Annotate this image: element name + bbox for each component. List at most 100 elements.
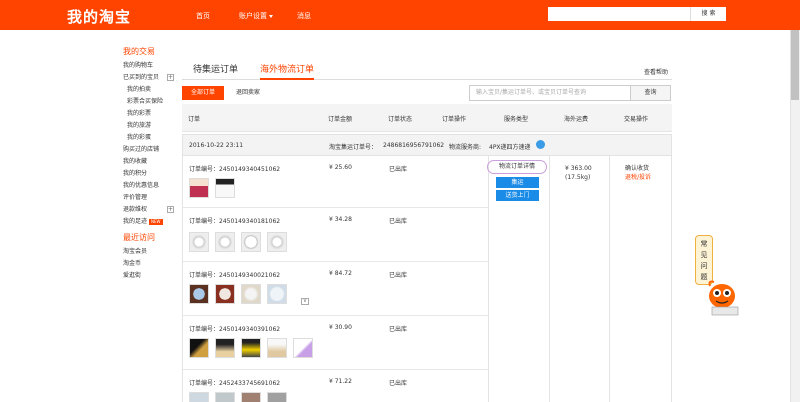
confirm-receipt-link[interactable]: 确认收货 <box>625 164 651 173</box>
header-search-input[interactable] <box>548 7 690 21</box>
product-thumbnail[interactable] <box>189 392 209 402</box>
product-thumbnail[interactable] <box>215 284 235 304</box>
order-price: ¥ 34.28 <box>329 216 352 223</box>
product-thumbnail[interactable] <box>189 232 209 252</box>
table-row: 订单编号：2450149340451062 ¥ 25.60 已出库 <box>183 156 489 208</box>
product-thumbnail[interactable] <box>215 178 235 198</box>
faq-char: 常 <box>700 240 708 248</box>
scrollbar-thumb[interactable] <box>791 30 799 100</box>
sidebar-item-reviews[interactable]: 评价管理 <box>123 192 183 204</box>
order-price: ¥ 84.72 <box>329 270 352 277</box>
product-thumbnail[interactable] <box>215 392 235 402</box>
product-thumbnail[interactable] <box>189 178 209 198</box>
product-thumbnail[interactable] <box>215 338 235 358</box>
sidebar-item-footprint[interactable]: 我的足迹 NEW <box>123 216 183 228</box>
sidebar-item-lottery[interactable]: 我的彩票 <box>123 108 183 120</box>
sidebar-item-egg[interactable]: 我的彩蛋 <box>123 132 183 144</box>
product-thumbnail[interactable] <box>215 232 235 252</box>
product-thumbnail[interactable] <box>189 338 209 358</box>
order-status: 已出库 <box>389 380 408 387</box>
nav-messages[interactable]: 消息 <box>297 11 311 21</box>
product-thumbnail[interactable] <box>267 284 287 304</box>
sidebar-item-label: 已买到的宝贝 <box>123 74 160 81</box>
col-deal: 交易操作 <box>624 116 649 123</box>
order-number: 订单编号：2450149340181062 <box>189 218 281 225</box>
product-thumbnail[interactable] <box>189 284 209 304</box>
order-price: ¥ 30.90 <box>329 324 352 331</box>
sidebar-item-travel[interactable]: 我的旅游 <box>123 120 183 132</box>
product-thumbnail[interactable] <box>267 338 287 358</box>
logistics-detail-link[interactable]: 物流订单详情 <box>487 160 547 174</box>
product-thumbnail[interactable] <box>267 232 287 252</box>
product-thumbnail[interactable] <box>293 338 313 358</box>
consolidation-label: 淘宝集运订单号： <box>329 144 378 151</box>
sidebar-item-lottery-insurance[interactable]: 彩票合买保险 <box>123 96 183 108</box>
sidebar-item-points[interactable]: 我的积分 <box>123 168 183 180</box>
table-row: 订单编号：2450149340021062 ¥ 84.72 已出库 v <box>183 262 489 316</box>
col-status: 订单状态 <box>388 116 413 123</box>
tab-overseas-logistics[interactable]: 海外物流订单 <box>260 62 315 80</box>
refund-complaint-link[interactable]: 退税/投诉 <box>625 173 651 182</box>
product-thumbnail[interactable] <box>241 284 261 304</box>
sidebar-item-refunds[interactable]: 退款维权 + <box>123 204 183 216</box>
order-price: ¥ 71.22 <box>329 378 352 385</box>
product-thumbnail[interactable] <box>241 392 261 402</box>
provider-label: 物流服务商: <box>449 144 482 151</box>
col-actions: 订单操作 <box>442 116 467 123</box>
shipping-fee: ¥ 363.00 (17.5kg) <box>565 164 592 182</box>
sidebar-item-coins[interactable]: 淘金币 <box>123 258 183 270</box>
chevron-down-icon <box>269 14 273 18</box>
product-thumbnail[interactable] <box>241 232 261 252</box>
order-number: 订单编号：2450149340391062 <box>189 326 281 333</box>
nav-account-label: 账户设置 <box>239 12 267 20</box>
consolidation-date: 2016-10-22 23:11 <box>189 142 244 149</box>
expand-plus-icon[interactable]: + <box>167 74 174 81</box>
table-row: 订单编号：2452433745691062 ¥ 71.22 已出库 <box>183 370 489 402</box>
new-badge: NEW <box>149 218 163 225</box>
table-row: 订单编号：2450149340391062 ¥ 30.90 已出库 <box>183 316 489 370</box>
nav-account-settings[interactable]: 账户设置 <box>239 11 273 21</box>
order-status: 已出库 <box>389 166 408 173</box>
sidebar-item-cart[interactable]: 我的购物车 <box>123 60 183 72</box>
sidebar-item-browse[interactable]: 爱逛街 <box>123 270 183 282</box>
sidebar-item-auction[interactable]: 我的拍卖 <box>123 84 183 96</box>
table-header: 订单 订单金额 订单状态 订单操作 服务类型 海外运费 交易操作 <box>182 104 672 132</box>
sidebar-item-vip[interactable]: 淘宝会员 <box>123 246 183 258</box>
order-number: 订单编号：2452433745691062 <box>189 380 281 387</box>
help-link[interactable]: 查看帮助 <box>644 67 668 76</box>
consolidate-button[interactable]: 集运 <box>496 177 539 188</box>
order-price: ¥ 25.60 <box>329 164 352 171</box>
tab-bar: 待集运订单 海外物流订单 <box>182 58 672 80</box>
tab-pending-consolidation[interactable]: 待集运订单 <box>193 62 238 75</box>
sidebar-item-coupons[interactable]: 我的优惠信息 <box>123 180 183 192</box>
filter-returned[interactable]: 退回卖家 <box>236 86 260 100</box>
sidebar-item-shops[interactable]: 购买过的店铺 <box>123 144 183 156</box>
column-divider <box>549 156 550 402</box>
door-delivery-button[interactable]: 送货上门 <box>496 190 539 201</box>
order-status: 已出库 <box>389 326 408 333</box>
order-status: 已出库 <box>389 272 408 279</box>
order-search-button[interactable]: 查询 <box>631 85 671 101</box>
nav-home[interactable]: 首页 <box>196 11 210 21</box>
site-logo[interactable]: 我的淘宝 <box>67 6 131 27</box>
product-thumbnail[interactable] <box>241 338 261 358</box>
order-number: 订单编号：2450149340451062 <box>189 166 281 173</box>
column-divider <box>609 156 610 402</box>
header-search-button[interactable]: 搜 索 <box>690 7 726 21</box>
order-number: 订单编号：2450149340021062 <box>189 272 281 279</box>
filter-all-orders[interactable]: 全部订单 <box>182 86 224 100</box>
mascot-icon[interactable] <box>702 276 744 318</box>
expand-plus-icon[interactable]: + <box>167 206 174 213</box>
chevron-down-icon[interactable]: v <box>301 298 309 305</box>
table-row: 订单编号：2450149340181062 ¥ 34.28 已出库 <box>183 208 489 262</box>
order-search-input[interactable]: 输入宝贝/集运订单号、或宝贝订单号查询 <box>469 85 631 101</box>
sidebar-item-favorites[interactable]: 我的收藏 <box>123 156 183 168</box>
col-amount: 订单金额 <box>328 116 353 123</box>
provider-name: 4PX递四方速递 <box>489 144 531 151</box>
product-thumbnail[interactable] <box>267 392 287 402</box>
col-order: 订单 <box>188 116 201 123</box>
consolidation-number: 2486816956791062 <box>383 142 445 149</box>
faq-char: 问 <box>700 262 708 270</box>
globe-icon <box>536 140 545 149</box>
sidebar-item-bought[interactable]: 已买到的宝贝 + <box>123 72 183 84</box>
